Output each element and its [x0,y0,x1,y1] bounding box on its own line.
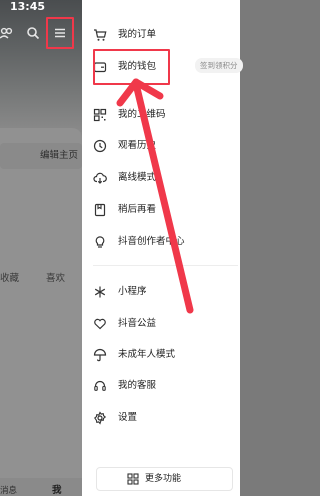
menu-item-customer-service[interactable]: 我的客服 [82,375,240,397]
lightbulb-icon [93,235,107,249]
menu-item-label: 设置 [118,412,138,423]
status-time: 13:45 [10,0,46,13]
menu-item-history[interactable]: 观看历史 [82,135,240,157]
menu-item-charity[interactable]: 抖音公益 [82,313,240,335]
asterisk-icon [93,285,107,299]
more-features-label: 更多功能 [145,474,182,484]
menu-item-label: 离线模式 [118,172,157,183]
menu-item-watch-later[interactable]: 稍后再看 [82,199,240,221]
qrcode-icon [93,108,107,122]
cloud-download-icon [93,171,107,185]
menu-item-label: 稍后再看 [118,204,157,215]
menu-highlight-box [46,17,74,49]
menu-item-label: 观看历史 [118,140,157,151]
menu-item-settings[interactable]: 设置 [82,407,240,429]
tab-likes[interactable]: 喜欢 [46,270,65,284]
profile-page-dimmed[interactable]: 13:45 编辑主页 收藏 喜欢 消息 我 [0,0,82,496]
menu-item-mini-programs[interactable]: 小程序 [82,281,240,303]
nav-me[interactable]: 我 [52,482,62,496]
search-icon[interactable] [26,26,40,40]
menu-item-label: 小程序 [118,286,147,297]
menu-item-label: 抖音公益 [118,318,157,329]
menu-item-orders[interactable]: 我的订单 [82,24,240,46]
menu-item-label: 我的二维码 [118,109,166,120]
menu-item-label: 未成年人模式 [118,349,176,360]
friends-icon[interactable] [0,26,14,40]
cart-icon [93,28,107,42]
menu-item-creator-center[interactable]: 抖音创作者中心 [82,231,240,253]
menu-item-qrcode[interactable]: 我的二维码 [82,104,240,126]
bookmark-icon [93,203,107,217]
gear-icon [93,411,107,425]
charity-icon [93,317,107,331]
menu-item-offline[interactable]: 离线模式 [82,167,240,189]
nav-messages[interactable]: 消息 [0,484,17,496]
grid-icon [127,473,139,485]
menu-item-label: 抖音创作者中心 [118,236,185,247]
headset-icon [93,379,107,393]
menu-item-label: 我的订单 [118,29,157,40]
edit-profile-button[interactable]: 编辑主页 [0,143,82,169]
menu-divider [93,265,238,266]
wallet-highlight-box [93,49,170,85]
menu-item-label: 我的客服 [118,380,157,391]
tab-favorites[interactable]: 收藏 [0,270,19,284]
profile-card [0,128,82,496]
menu-item-teen-mode[interactable]: 未成年人模式 [82,344,240,366]
more-features-button[interactable]: 更多功能 [96,467,233,491]
umbrella-icon [93,348,107,362]
clock-icon [93,139,107,153]
checkin-points-badge[interactable]: 签到领积分 [195,58,243,73]
